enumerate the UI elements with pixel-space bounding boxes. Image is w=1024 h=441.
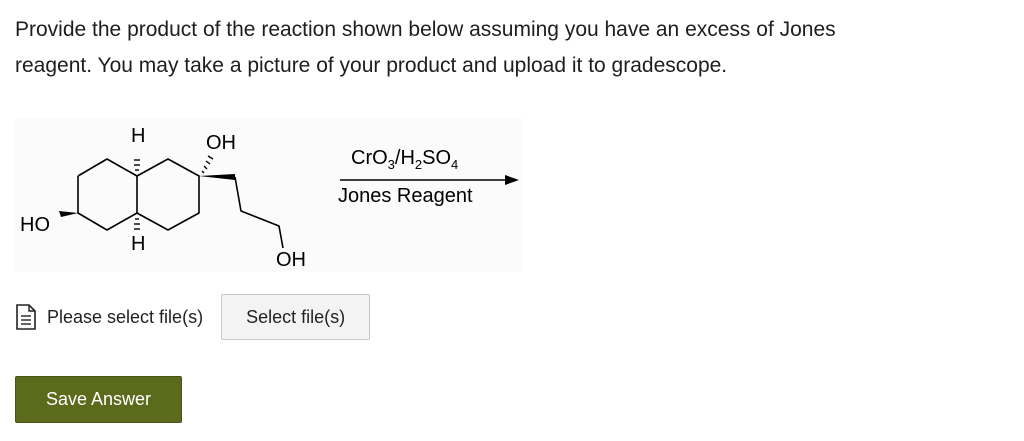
side-chain	[234, 176, 284, 249]
right-ring	[136, 158, 200, 231]
h-top-label: H	[131, 125, 145, 147]
reaction-image: H H OH OH HO CrO3/H2SO4 Jones Reagent	[15, 118, 523, 272]
oh-top-label: OH	[206, 132, 236, 154]
question-line-2: reagent. You may take a picture of your …	[15, 54, 728, 77]
file-upload-row: Please select file(s) Select file(s)	[15, 294, 371, 340]
ho-left-label: HO	[20, 214, 50, 236]
oh-bottom-label: OH	[276, 249, 306, 271]
question-text: Provide the product of the reaction show…	[15, 12, 1005, 84]
h-bottom-label: H	[131, 233, 145, 255]
question-page: Provide the product of the reaction show…	[0, 0, 1024, 441]
file-status-text: Please select file(s)	[47, 306, 204, 327]
select-files-button[interactable]: Select file(s)	[221, 294, 371, 340]
wedge-bond-ho	[59, 211, 78, 217]
document-icon	[15, 304, 37, 330]
reagent-formula: CrO3/H2SO4	[351, 147, 458, 172]
save-answer-button[interactable]: Save Answer	[15, 376, 182, 423]
reaction-arrow-head	[505, 175, 519, 185]
question-line-1: Provide the product of the reaction show…	[15, 18, 836, 41]
reaction-scheme: H H OH OH HO CrO3/H2SO4 Jones Reagent	[20, 125, 519, 271]
left-ring	[77, 158, 138, 231]
reagent-name: Jones Reagent	[338, 185, 473, 207]
wedge-bond-chain	[199, 174, 235, 180]
